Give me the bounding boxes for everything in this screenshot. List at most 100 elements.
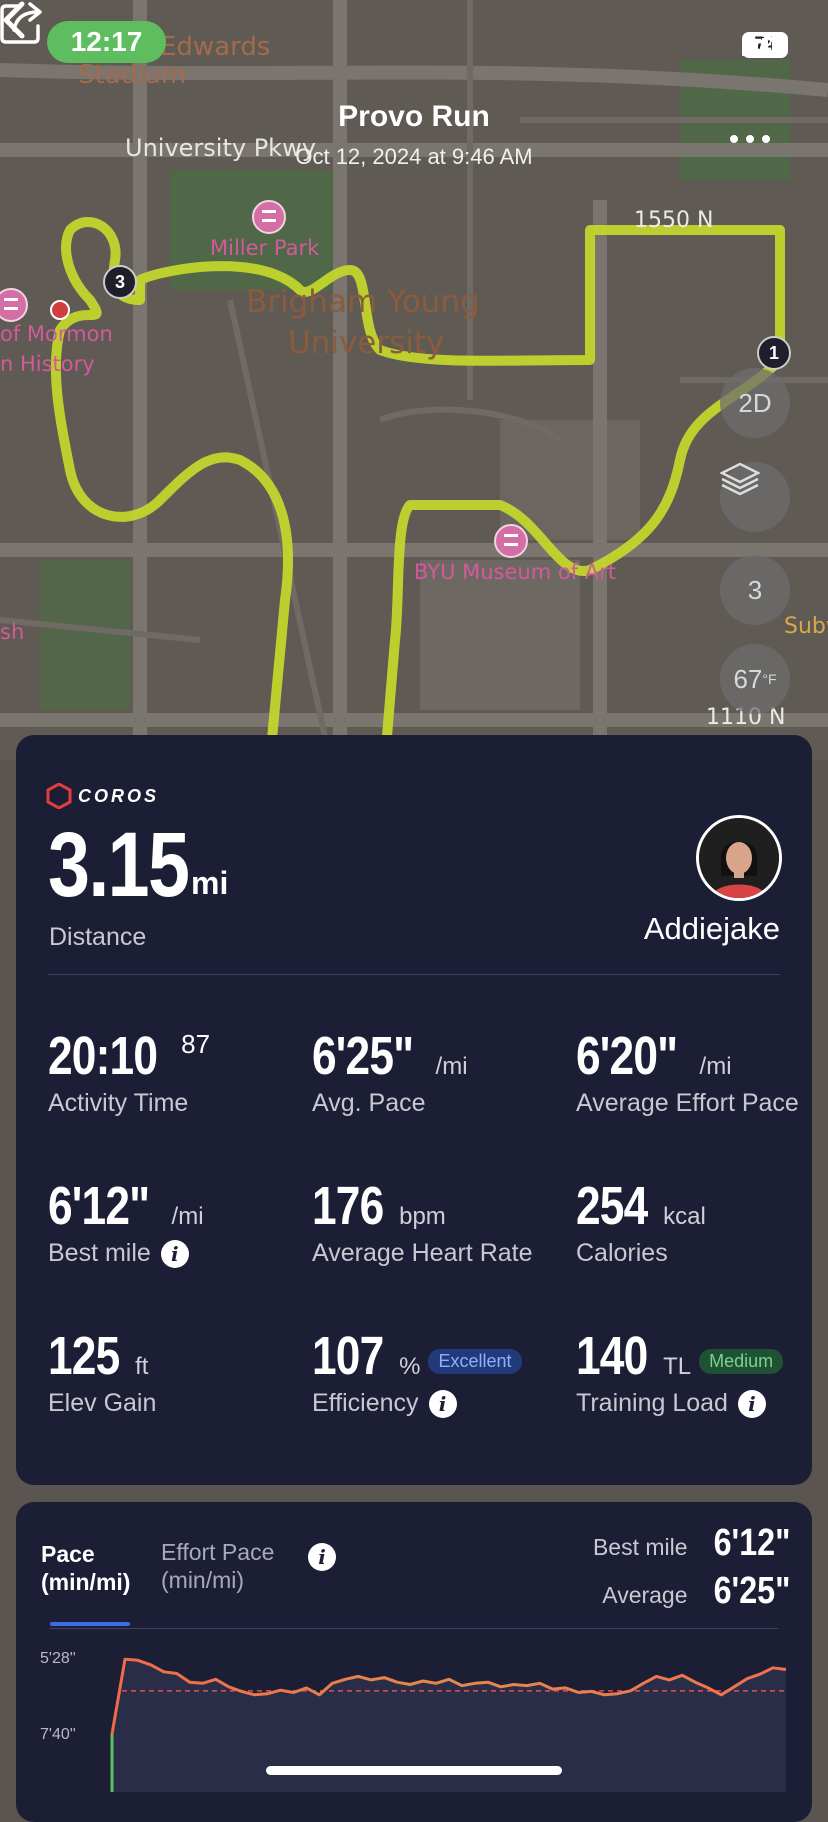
- stat-label: Average Effort Pace: [576, 1089, 799, 1117]
- active-tab-indicator: [50, 1622, 130, 1626]
- map-label-sub: Subw: [784, 614, 828, 639]
- temperature-value: 67: [733, 663, 763, 694]
- stat-unit: %: [399, 1353, 421, 1380]
- map-label-museum-art: BYU Museum of Art: [414, 560, 617, 584]
- info-icon[interactable]: i: [428, 1389, 457, 1418]
- stat-unit: TL: [663, 1353, 692, 1380]
- tab-pace-unit: (min/mi): [41, 1569, 131, 1595]
- stat-unit: ft: [135, 1353, 149, 1380]
- stat-value: 176: [312, 1176, 384, 1236]
- map-label-miller-park: Miller Park: [210, 236, 320, 260]
- map-label-stadium: Stadium: [78, 60, 187, 90]
- brand-logo: COROS: [46, 783, 159, 809]
- stat-value: 140: [576, 1326, 648, 1386]
- map-label-edwards: Edwards: [160, 32, 271, 62]
- stat-unit: kcal: [663, 1203, 706, 1230]
- layers-icon: [720, 462, 760, 496]
- activity-summary-card: COROS 3.15 mi Distance Addiejake 20:10 87…: [16, 735, 812, 1485]
- stat-label: Activity Time: [48, 1089, 189, 1117]
- best-mile-label: Best mile: [592, 1534, 688, 1560]
- stat-calories: 254 kcal Calories: [576, 1175, 828, 1268]
- wifi-icon: [742, 32, 774, 56]
- tab-effort-unit: (min/mi): [161, 1567, 245, 1593]
- activity-date: Oct 12, 2024 at 9:46 AM: [295, 144, 533, 169]
- stat-avg-pace: 6'25" /mi Avg. Pace: [312, 1025, 582, 1118]
- map-label-1550n: 1550 N: [634, 208, 714, 233]
- status-time: 12:17: [47, 21, 166, 63]
- route-map[interactable]: Edwards Stadium University Pkwy Miller P…: [0, 0, 828, 760]
- stat-label: Efficiency: [312, 1389, 419, 1417]
- divider: [48, 974, 780, 975]
- stat-value: 254: [576, 1176, 648, 1236]
- stat-label: Avg. Pace: [312, 1089, 426, 1117]
- stat-activity-time: 20:10 87 Activity Time: [48, 1025, 318, 1118]
- stat-unit: bpm: [399, 1203, 446, 1230]
- map-label-byu-1: Brigham Young: [246, 284, 480, 320]
- route-marker-3[interactable]: 3: [103, 265, 137, 299]
- stat-value: 6'25": [312, 1026, 414, 1086]
- status-icons: 74: [742, 32, 788, 58]
- stat-label: Calories: [576, 1239, 668, 1267]
- stat-heart-rate: 176 bpm Average Heart Rate: [312, 1175, 582, 1268]
- average-label: Average: [602, 1582, 688, 1608]
- distance-value: 3.15: [48, 814, 190, 916]
- page-title: Provo Run: [338, 100, 490, 133]
- stat-unit: /mi: [171, 1203, 204, 1230]
- view-mode-2d-button[interactable]: 2D: [720, 368, 790, 438]
- temperature-unit: °F: [762, 671, 777, 687]
- home-indicator[interactable]: [266, 1766, 562, 1775]
- efficiency-badge: Excellent: [428, 1349, 522, 1375]
- map-label-museum-history-1: of Mormon: [0, 322, 113, 346]
- divider: [50, 1628, 778, 1629]
- layers-button[interactable]: [720, 462, 790, 532]
- stat-label: Average Heart Rate: [312, 1239, 533, 1267]
- info-icon[interactable]: i: [737, 1389, 766, 1418]
- stat-efficiency: 107% Excellent Efficiency i: [312, 1325, 582, 1418]
- info-icon[interactable]: i: [160, 1239, 189, 1268]
- brand-name: COROS: [78, 785, 160, 806]
- stat-unit: /mi: [699, 1053, 732, 1080]
- tab-pace-label: Pace: [41, 1541, 95, 1567]
- route-marker-1[interactable]: 1: [757, 336, 791, 370]
- temperature-button[interactable]: 67 °F: [720, 644, 790, 714]
- stat-value: 20:10: [48, 1026, 158, 1086]
- share-icon[interactable]: [0, 0, 44, 44]
- art-museum-poi-icon[interactable]: [494, 524, 528, 558]
- stat-label: Training Load: [576, 1389, 728, 1417]
- park-poi-icon[interactable]: [252, 200, 286, 234]
- stat-value: 6'12": [48, 1176, 150, 1236]
- username: Addiejake: [643, 911, 780, 946]
- avatar-image: [699, 818, 779, 898]
- tab-effort-label: Effort Pace: [161, 1539, 275, 1565]
- stat-unit: /mi: [435, 1053, 468, 1080]
- more-options-icon[interactable]: [730, 124, 776, 154]
- distance-label: Distance: [49, 923, 147, 951]
- stat-sup: 87: [181, 1029, 211, 1059]
- info-icon[interactable]: i: [308, 1543, 336, 1571]
- map-label-sh: sh: [0, 620, 25, 644]
- stat-best-mile: 6'12" /mi Best mile i: [48, 1175, 318, 1268]
- coros-logo-icon: [46, 783, 72, 809]
- training-load-badge: Medium: [699, 1349, 784, 1375]
- tab-effort-pace[interactable]: Effort Pace (min/mi): [161, 1538, 274, 1594]
- avatar[interactable]: [696, 815, 782, 901]
- stat-label: Best mile: [48, 1239, 151, 1267]
- compass-icon: 3: [747, 574, 763, 605]
- distance-unit: mi: [191, 865, 229, 901]
- tab-pace[interactable]: Pace (min/mi): [41, 1540, 130, 1596]
- map-label-museum-history-2: n History: [0, 352, 95, 376]
- stat-elev-gain: 125 ft Elev Gain: [48, 1325, 318, 1418]
- average-value: 6'25": [713, 1570, 790, 1612]
- best-mile-value: 6'12": [713, 1522, 790, 1564]
- average-summary: Average 6'25": [602, 1570, 790, 1613]
- stat-label: Elev Gain: [48, 1389, 157, 1417]
- stat-effort-pace: 6'20" /mi Average Effort Pace: [576, 1025, 828, 1118]
- view-mode-label: 2D: [738, 387, 772, 418]
- stat-value: 6'20": [576, 1026, 678, 1086]
- stat-training-load: 140 TL Medium Training Load i: [576, 1325, 828, 1418]
- stat-value: 107: [312, 1326, 384, 1386]
- stat-value: 125: [48, 1326, 120, 1386]
- best-mile-summary: Best mile 6'12": [593, 1522, 790, 1565]
- compass-button[interactable]: 3: [720, 555, 790, 625]
- map-label-byu-2: University: [288, 325, 445, 361]
